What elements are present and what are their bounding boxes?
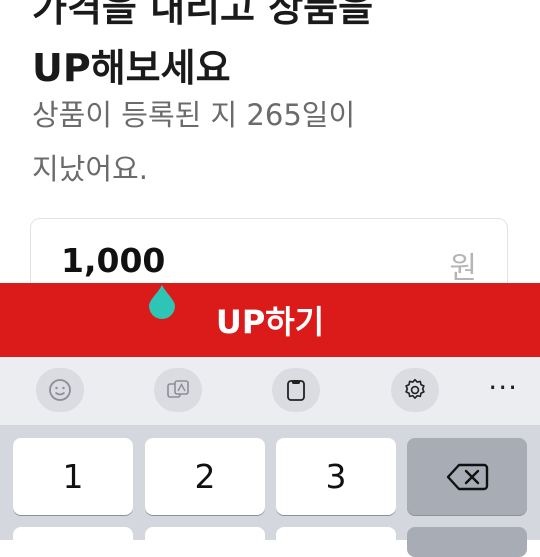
key-row-2[interactable]	[13, 527, 133, 557]
backspace-key[interactable]	[407, 438, 527, 515]
headline-line-1: 가격을 내리고 상품을	[32, 0, 374, 30]
up-button[interactable]: UP하기	[0, 283, 540, 357]
currency-unit: 원	[449, 251, 477, 286]
key-2[interactable]: 2	[145, 438, 265, 515]
price-input[interactable]	[61, 241, 361, 280]
elapsed-days-message: 상품이 등록된 지 265일이 지났어요.	[32, 88, 355, 196]
subtext-line-1: 상품이 등록된 지 265일이	[32, 98, 356, 132]
keyboard-toolbar: ···	[0, 357, 540, 425]
clipboard-icon	[287, 380, 305, 401]
translate-icon	[167, 380, 189, 398]
backspace-icon	[446, 463, 489, 490]
translate-button[interactable]	[154, 368, 202, 412]
emoji-button[interactable]	[36, 368, 84, 412]
settings-icon	[405, 378, 425, 399]
key-row-2[interactable]	[145, 527, 265, 557]
keyboard: ··· 1 2 3	[0, 357, 540, 557]
settings-button[interactable]	[391, 368, 439, 412]
text-cursor-handle-icon[interactable]	[147, 283, 177, 319]
key-3[interactable]: 3	[276, 438, 396, 515]
subtext-line-2: 지났어요.	[32, 152, 148, 186]
key-1[interactable]: 1	[13, 438, 133, 515]
headline: 가격을 내리고 상품을 UP해보세요	[32, 0, 373, 98]
more-icon[interactable]: ···	[488, 371, 518, 404]
key-row-2[interactable]	[407, 527, 527, 557]
clipboard-button[interactable]	[272, 368, 320, 412]
key-row-2[interactable]	[276, 527, 396, 557]
emoji-icon	[49, 379, 71, 401]
